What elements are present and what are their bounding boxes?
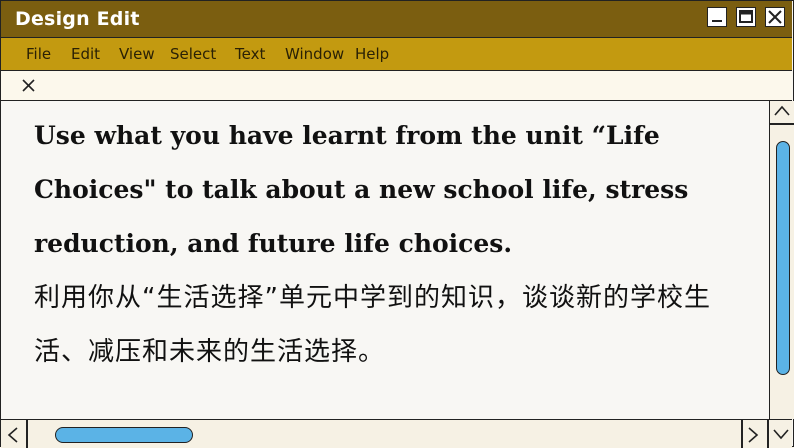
title-bar: Design Edit <box>1 1 792 38</box>
menu-text[interactable]: Text <box>235 45 265 63</box>
tab-bar <box>1 71 792 101</box>
scroll-up-arrow-icon[interactable] <box>772 103 792 119</box>
vertical-scrollbar[interactable] <box>769 101 794 419</box>
scroll-down-arrow-icon[interactable] <box>771 424 791 444</box>
close-window-button[interactable] <box>765 7 785 27</box>
horizontal-scroll-thumb[interactable] <box>55 427 193 443</box>
document-area[interactable]: Use what you have learnt from the unit “… <box>1 101 769 419</box>
divider <box>770 123 794 125</box>
scroll-right-arrow-icon[interactable] <box>745 425 761 445</box>
menu-select[interactable]: Select <box>170 45 216 63</box>
menu-file[interactable]: File <box>26 45 51 63</box>
divider <box>767 420 769 448</box>
english-paragraph: Use what you have learnt from the unit “… <box>34 121 689 258</box>
close-icon <box>22 79 35 92</box>
app-window: Design Edit File Edit View Select Text W… <box>0 0 794 448</box>
maximize-button[interactable] <box>736 7 756 27</box>
chinese-paragraph: 利用你从“生活选择”单元中学到的知识，谈谈新的学校生活、减压和未来的生活选择。 <box>34 283 711 367</box>
tab-close-button[interactable] <box>21 76 37 99</box>
vertical-scroll-thumb[interactable] <box>776 141 790 375</box>
horizontal-scrollbar[interactable] <box>1 419 792 448</box>
divider <box>741 420 743 448</box>
scroll-left-arrow-icon[interactable] <box>5 425 21 445</box>
menu-view[interactable]: View <box>119 45 155 63</box>
menu-window[interactable]: Window <box>285 45 344 63</box>
close-icon <box>768 10 782 24</box>
menu-bar: File Edit View Select Text Window Help <box>1 38 792 71</box>
menu-help[interactable]: Help <box>355 45 389 63</box>
maximize-icon <box>739 10 753 23</box>
divider <box>26 420 28 448</box>
menu-edit[interactable]: Edit <box>71 45 100 63</box>
minimize-button[interactable] <box>707 7 727 27</box>
window-title: Design Edit <box>15 8 140 30</box>
minimize-icon <box>712 20 722 22</box>
